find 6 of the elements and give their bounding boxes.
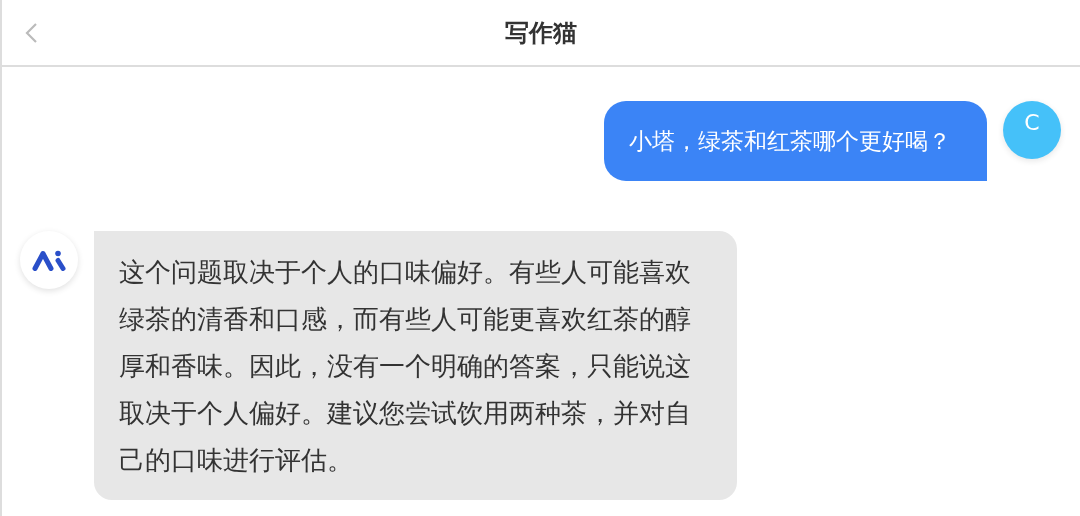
chevron-left-icon: [24, 21, 38, 44]
assistant-message: 这个问题取决于个人的口味偏好。有些人可能喜欢绿茶的清香和口感，而有些人可能更喜欢红茶的醇厚和香味。因此，没有一个明确的答案，只能说这取决于个人偏好。建议您尝试饮用两种茶，并对自己的口味进行评估。: [94, 231, 737, 500]
window-title: 写作猫: [505, 17, 577, 49]
user-avatar: C: [1003, 101, 1061, 159]
user-message: 小塔，绿茶和红茶哪个更好喝？: [604, 101, 987, 181]
logo-icon: [32, 249, 66, 271]
